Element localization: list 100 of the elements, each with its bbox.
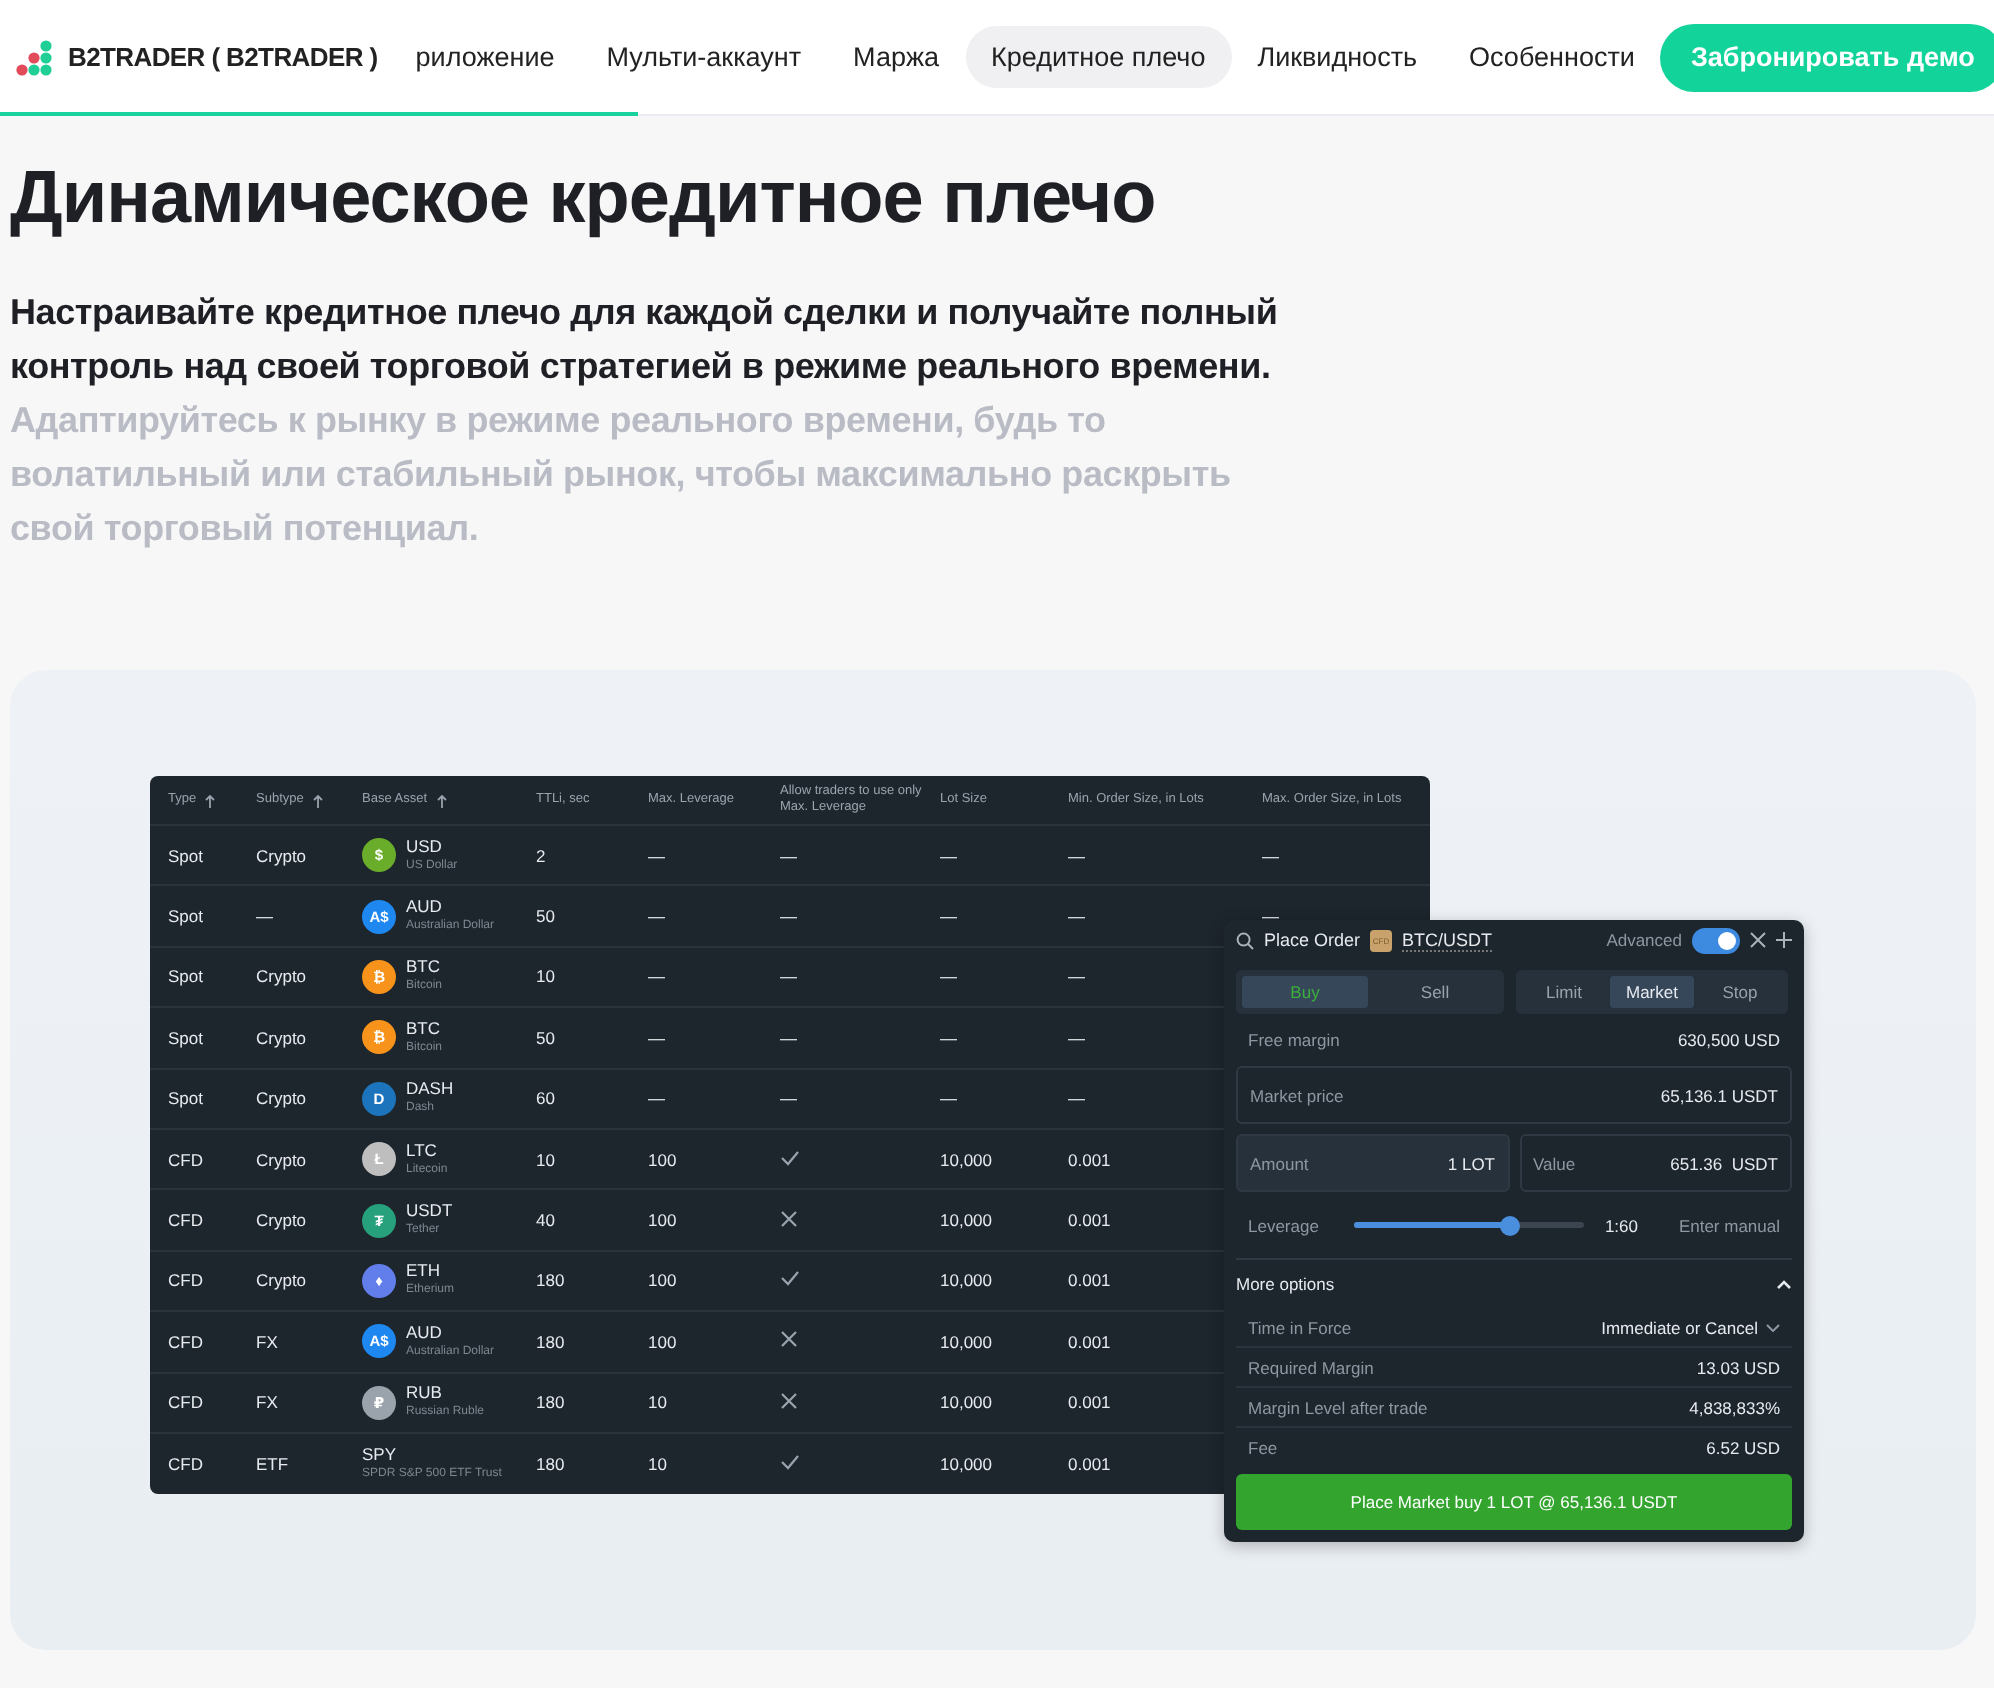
table-cell-text: — bbox=[938, 845, 959, 866]
sort-arrow-icon[interactable] bbox=[204, 793, 217, 807]
table-cell-text: 180 bbox=[534, 1392, 567, 1413]
table-cell-text: 0.001 bbox=[1066, 1210, 1113, 1231]
search-icon[interactable] bbox=[1236, 931, 1254, 949]
asset-code: SPY bbox=[362, 1444, 399, 1465]
chevron-icon bbox=[1776, 1279, 1792, 1289]
nav-link[interactable]: Маржа bbox=[827, 26, 965, 88]
table-cell-text: 40 bbox=[534, 1210, 557, 1231]
table-cell-text: Spot bbox=[166, 1027, 205, 1048]
table-cell-text: — bbox=[1066, 845, 1087, 866]
table-cell-text: Crypto bbox=[254, 966, 309, 987]
nav-link[interactable]: Мульти-аккаунт bbox=[580, 26, 828, 88]
table-cell-text: Crypto bbox=[254, 1027, 309, 1048]
table-cell-text: Spot bbox=[166, 1088, 205, 1109]
table-cell-text: 0.001 bbox=[1066, 1454, 1113, 1475]
table-cell-text: 10 bbox=[534, 1149, 557, 1170]
table-cell-text: Spot bbox=[166, 966, 205, 987]
check-icon bbox=[780, 1149, 800, 1166]
field-label: Market price bbox=[1250, 1085, 1344, 1105]
order-type-tab[interactable]: Stop bbox=[1698, 976, 1782, 1008]
nav-link[interactable]: риложение bbox=[389, 26, 581, 88]
table-cell-text: 100 bbox=[646, 1270, 679, 1291]
amount-field[interactable]: Amount 1 LOT bbox=[1236, 1134, 1509, 1192]
asset-code: USDT bbox=[406, 1200, 453, 1221]
table-cell-text: — bbox=[646, 1027, 667, 1048]
table-cell-text: 180 bbox=[534, 1270, 567, 1291]
enter-manual-link[interactable]: Enter manual bbox=[1678, 1215, 1780, 1235]
order-type-tab[interactable]: Limit bbox=[1522, 976, 1606, 1008]
table-cell-text: 10,000 bbox=[938, 1331, 994, 1352]
slider-thumb[interactable] bbox=[1499, 1215, 1519, 1235]
table-cell-text: Spot bbox=[166, 906, 205, 927]
symbol-selector[interactable]: BTC/USDT bbox=[1402, 929, 1493, 951]
side-tab[interactable]: Sell bbox=[1372, 976, 1498, 1008]
table-cell-text: — bbox=[938, 1088, 959, 1109]
table-cell-text: ETF bbox=[254, 1454, 291, 1475]
field-value: 13.03 USD bbox=[1696, 1357, 1780, 1377]
table-cell-text: 10,000 bbox=[938, 1392, 994, 1413]
table-cell-text: 100 bbox=[646, 1331, 679, 1352]
table-cell-text: 0.001 bbox=[1066, 1149, 1113, 1170]
cross-icon bbox=[780, 1391, 798, 1410]
table-cell-text: Crypto bbox=[254, 1149, 309, 1170]
sort-arrow-icon[interactable] bbox=[311, 793, 324, 807]
table-cell: — bbox=[780, 1027, 797, 1048]
table-cell-text: — bbox=[646, 1088, 667, 1109]
table-cell-text: 50 bbox=[534, 906, 557, 927]
table-cell: — bbox=[780, 1088, 797, 1109]
table-cell-text: CFD bbox=[166, 1270, 205, 1291]
time-in-force-dropdown[interactable]: Immediate or Cancel bbox=[1601, 1317, 1780, 1337]
table-cell-text: 60 bbox=[534, 1088, 557, 1109]
table-cell-text: — bbox=[1066, 1088, 1087, 1109]
asset-code: RUB bbox=[406, 1382, 444, 1403]
close-icon[interactable] bbox=[1750, 932, 1766, 948]
nav-link[interactable]: Ликвидность bbox=[1231, 26, 1444, 88]
nav-link[interactable]: Кредитное плечо bbox=[965, 26, 1232, 88]
asset-code: AUD bbox=[406, 1321, 444, 1342]
plus-icon[interactable] bbox=[1776, 932, 1792, 948]
table-cell-text: 0.001 bbox=[1066, 1392, 1113, 1413]
asset-code: BTC bbox=[406, 1017, 442, 1038]
intro-paragraph: Настраивайте кредитное плечо для каждой сделки и получайте полный контроль над своей торговой стратегией в режиме реального времени. Адаптируйтесь к рынку в режиме реального времени, будь то волатильный или стабильный рынок, чтобы максимально раскрыть свой торговый потенциал. bbox=[10, 290, 1280, 552]
cross-icon bbox=[780, 1209, 798, 1228]
table-cell-text: — bbox=[1066, 906, 1087, 927]
table-cell-text: — bbox=[646, 845, 667, 866]
advanced-label: Advanced bbox=[1606, 930, 1682, 950]
table-cell-text: Spot bbox=[166, 845, 205, 866]
asset-code: AUD bbox=[406, 896, 444, 917]
sort-arrow-icon[interactable] bbox=[435, 793, 448, 807]
table-cell-text: Crypto bbox=[254, 1270, 309, 1291]
leverage-label: Leverage bbox=[1248, 1215, 1319, 1235]
table-cell-text: — bbox=[938, 906, 959, 927]
table-cell-text: 0.001 bbox=[1066, 1331, 1113, 1352]
more-options-toggle[interactable]: More options bbox=[1236, 1260, 1792, 1308]
table-cell-text: CFD bbox=[166, 1331, 205, 1352]
asset-code: DASH bbox=[406, 1078, 454, 1099]
table-cell-text: CFD bbox=[166, 1392, 205, 1413]
value-field[interactable]: Value 651.36 USDT bbox=[1519, 1134, 1792, 1192]
brand-name[interactable]: B2TRADER ( B2TRADER ) bbox=[68, 42, 378, 72]
cross-icon bbox=[780, 1330, 798, 1349]
field-label: Margin Level after trade bbox=[1248, 1397, 1428, 1417]
table-cell-text: 50 bbox=[534, 1027, 557, 1048]
table-cell-text: 2 bbox=[534, 845, 548, 866]
table-cell-text: — bbox=[646, 906, 667, 927]
check-icon bbox=[780, 1270, 800, 1287]
table-cell-text: 10,000 bbox=[938, 1270, 994, 1291]
advanced-toggle[interactable] bbox=[1692, 927, 1740, 953]
nav-link[interactable]: Особенности bbox=[1443, 26, 1661, 88]
order-type-tab[interactable]: Market bbox=[1610, 976, 1694, 1008]
table-cell: — bbox=[780, 906, 797, 927]
table-cell-text: — bbox=[1066, 1027, 1087, 1048]
field-value: 4,838,833% bbox=[1689, 1397, 1780, 1417]
table-cell-text: Crypto bbox=[254, 1210, 309, 1231]
field-value: 6.52 USD bbox=[1706, 1438, 1780, 1458]
table-cell-text: 10,000 bbox=[938, 1149, 994, 1170]
page-heading: Динамическое кредитное плечо bbox=[10, 154, 1158, 242]
table-cell-text: 10 bbox=[646, 1392, 669, 1413]
field-value: 630,500 USD bbox=[1677, 1030, 1780, 1050]
table-cell-text: — bbox=[646, 966, 667, 987]
chevron-icon bbox=[1766, 1323, 1780, 1331]
asset-code: BTC bbox=[406, 956, 442, 977]
table-cell-text: 180 bbox=[534, 1454, 567, 1475]
